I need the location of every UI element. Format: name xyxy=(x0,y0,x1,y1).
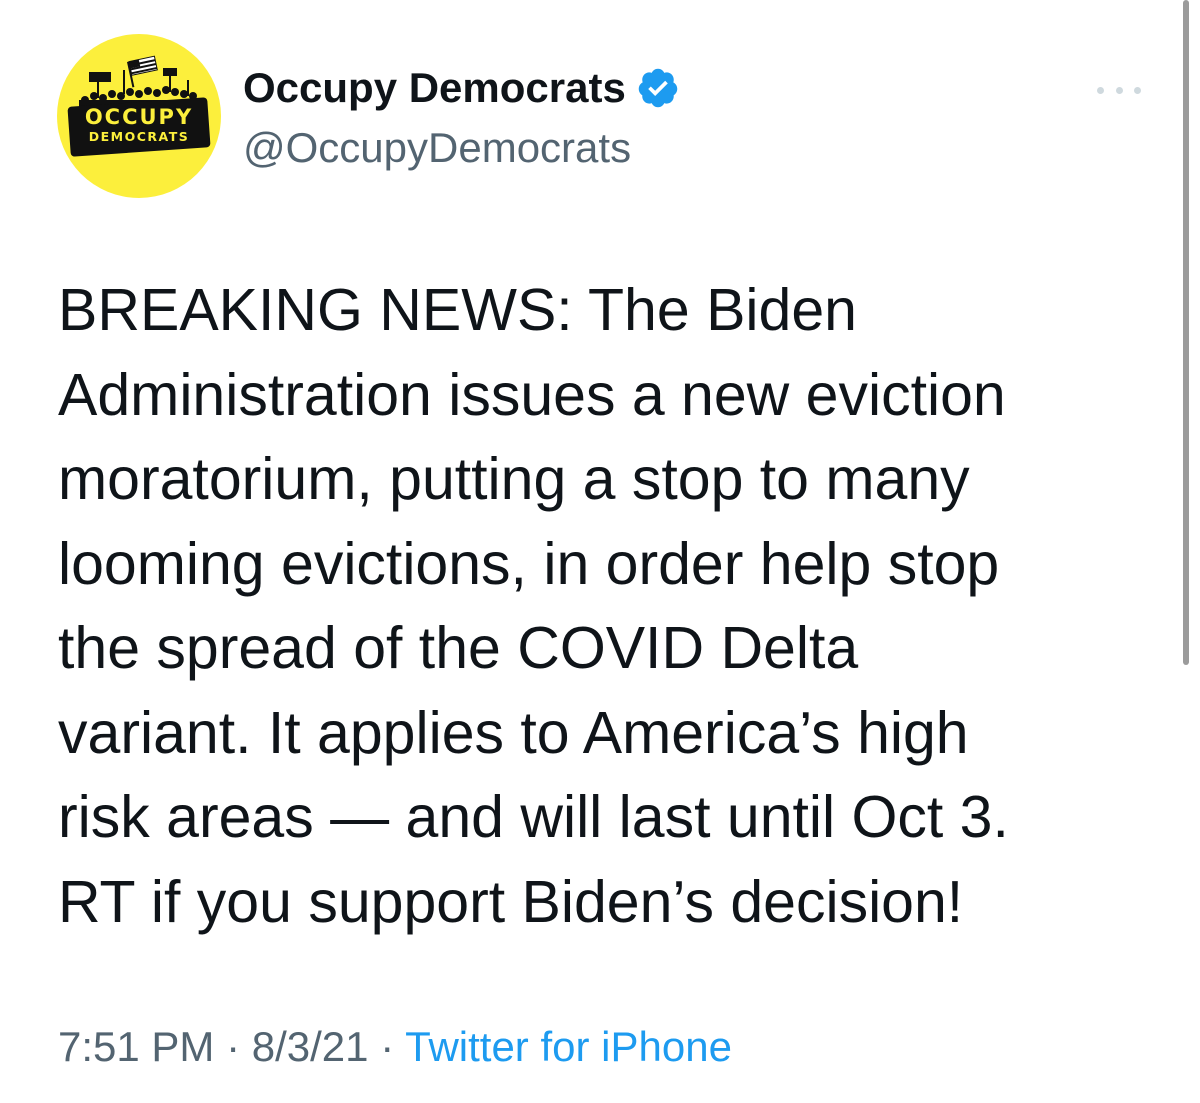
tweet-meta: 7:51 PM · 8/3/21 · Twitter for iPhone xyxy=(58,1018,732,1076)
tweet-line: variant. It applies to America’s high xyxy=(58,699,969,766)
tweet-line: RT if you support Biden’s decision! xyxy=(58,868,964,935)
tweet-line: Administration issues a new eviction xyxy=(58,361,1006,428)
scrollbar[interactable] xyxy=(1183,0,1189,665)
meta-separator: · xyxy=(368,1023,406,1070)
more-dot xyxy=(1097,86,1104,94)
tweet-source-link[interactable]: Twitter for iPhone xyxy=(405,1023,732,1070)
more-options-icon[interactable] xyxy=(1097,80,1141,100)
tweet-line: the spread of the COVID Delta xyxy=(58,615,859,681)
account-handle[interactable]: @OccupyDemocrats xyxy=(243,122,631,174)
avatar-logo-line2: DEMOCRATS xyxy=(88,129,190,144)
more-dot xyxy=(1115,86,1123,94)
avatar-logo-line1: OCCUPY xyxy=(84,105,194,129)
avatar[interactable]: OCCUPY DEMOCRATS xyxy=(57,34,221,198)
tweet-line: looming evictions, in order help stop xyxy=(58,530,1000,597)
tweet-line: risk areas — and will last until Oct 3. xyxy=(58,784,1009,850)
meta-separator: · xyxy=(214,1023,252,1070)
tweet-line: BREAKING NEWS: The Biden xyxy=(58,277,857,343)
tweet-time[interactable]: 7:51 PM xyxy=(58,1023,214,1070)
tweet-date[interactable]: 8/3/21 xyxy=(252,1023,369,1070)
more-dot xyxy=(1134,86,1141,94)
tweet-line: moratorium, putting a stop to many xyxy=(58,446,970,512)
tweet-text: BREAKING NEWS: The Biden Administration … xyxy=(58,268,1168,944)
verified-badge-icon xyxy=(638,68,678,108)
display-name[interactable]: Occupy Democrats xyxy=(243,62,626,114)
display-name-row: Occupy Democrats xyxy=(243,62,680,114)
